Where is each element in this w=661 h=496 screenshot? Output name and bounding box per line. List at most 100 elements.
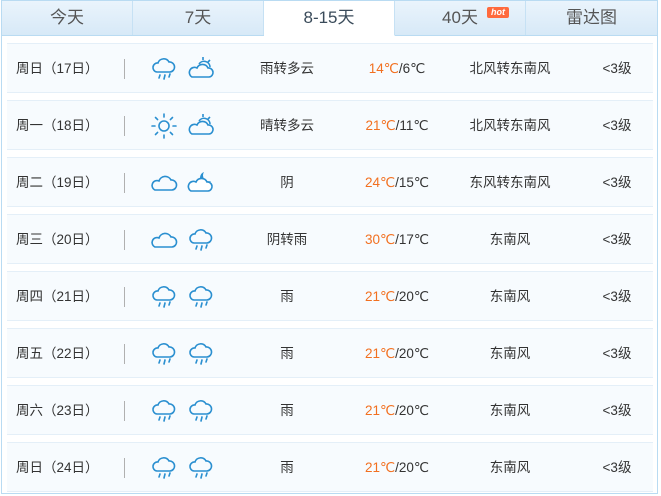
- partly-cloudy-icon: [187, 55, 215, 83]
- divider: [124, 344, 125, 364]
- forecast-row: 周二（19日） 阴 24℃/15℃ 东风转东南风 <3级: [7, 157, 653, 207]
- weather-description: 雨: [280, 289, 294, 304]
- forecast-row: 周日（24日） 雨 21℃/20℃ 东南风 <3级: [7, 442, 653, 492]
- rain-icon: [150, 454, 178, 482]
- tab-radar[interactable]: 雷达图: [526, 1, 657, 35]
- temp-high: 30℃: [364, 232, 396, 247]
- day-label: 周二（19日）: [16, 175, 99, 190]
- weather-description: 阴: [280, 175, 294, 190]
- forecast-row: 周日（17日） 雨转多云 14℃/6℃ 北风转东南风 <3级: [7, 43, 653, 93]
- wind-level: <3级: [602, 118, 632, 133]
- weather-widget: 今天 7天 8-15天 40天 hot 雷达图 周日（17日） 雨转多云 14℃/6℃…: [1, 0, 658, 494]
- wind-level: <3级: [602, 61, 632, 76]
- divider: [124, 287, 125, 307]
- temp-high: 21℃: [364, 289, 396, 304]
- rain-icon: [187, 340, 215, 368]
- temp-low: /20℃: [395, 289, 430, 304]
- temperature: 24℃/15℃: [347, 158, 447, 207]
- wind-direction: 东南风: [489, 460, 531, 475]
- weather-description: 雨: [280, 346, 294, 361]
- day-label: 周三（20日）: [16, 232, 99, 247]
- tab-label: 40天: [442, 8, 478, 27]
- temp-low: /15℃: [395, 175, 430, 190]
- wind-level: <3级: [602, 289, 632, 304]
- temp-high: 21℃: [364, 403, 396, 418]
- wind-direction: 北风转东南风: [469, 118, 551, 133]
- day-label: 周六（23日）: [16, 403, 99, 418]
- temp-high: 14℃: [368, 61, 399, 76]
- day-label: 周四（21日）: [16, 289, 99, 304]
- temp-high: 21℃: [365, 118, 396, 133]
- rain-icon: [150, 340, 178, 368]
- divider: [124, 458, 125, 478]
- tab-bar: 今天 7天 8-15天 40天 hot 雷达图: [2, 1, 657, 36]
- tab-label: 8-15天: [303, 8, 355, 27]
- overcast-icon: [150, 169, 178, 197]
- rain-icon: [187, 397, 215, 425]
- temperature: 21℃/11℃: [347, 101, 447, 150]
- rain-icon: [150, 397, 178, 425]
- temp-low: /20℃: [395, 403, 430, 418]
- rain-icon: [187, 226, 215, 254]
- temp-low: /17℃: [395, 232, 430, 247]
- temperature: 30℃/17℃: [347, 215, 447, 264]
- weather-description: 雨: [280, 460, 294, 475]
- wind-level: <3级: [602, 175, 632, 190]
- tab-label: 雷达图: [566, 8, 617, 27]
- wind-direction: 东南风: [489, 232, 531, 247]
- wind-direction: 东风转东南风: [469, 175, 551, 190]
- weather-description: 阴转雨: [266, 232, 308, 247]
- forecast-row: 周六（23日） 雨 21℃/20℃ 东南风 <3级: [7, 385, 653, 435]
- wind-direction: 东南风: [489, 289, 531, 304]
- hot-badge: hot: [487, 7, 509, 18]
- temp-high: 21℃: [364, 346, 396, 361]
- overcast-icon: [150, 226, 178, 254]
- sunny-icon: [150, 112, 178, 140]
- forecast-row: 周一（18日） 晴转多云 21℃/11℃ 北风转东南风 <3级: [7, 100, 653, 150]
- day-label: 周五（22日）: [16, 346, 99, 361]
- tab-40-days[interactable]: 40天 hot: [395, 1, 526, 35]
- temp-low: /20℃: [395, 346, 430, 361]
- day-label: 周一（18日）: [16, 118, 99, 133]
- wind-level: <3级: [602, 232, 632, 247]
- forecast-row: 周五（22日） 雨 21℃/20℃ 东南风 <3级: [7, 328, 653, 378]
- temp-high: 24℃: [364, 175, 396, 190]
- partly-cloudy-icon: [187, 112, 215, 140]
- day-label: 周日（24日）: [16, 460, 99, 475]
- tab-today[interactable]: 今天: [2, 1, 133, 35]
- wind-level: <3级: [602, 460, 632, 475]
- temp-high: 21℃: [364, 460, 396, 475]
- rain-icon: [150, 55, 178, 83]
- tab-label: 7天: [184, 8, 212, 27]
- temperature: 21℃/20℃: [347, 329, 447, 378]
- weather-description: 雨转多云: [260, 61, 314, 76]
- divider: [124, 59, 125, 79]
- forecast-row: 周三（20日） 阴转雨 30℃/17℃ 东南风 <3级: [7, 214, 653, 264]
- rain-icon: [187, 283, 215, 311]
- weather-description: 晴转多云: [260, 118, 314, 133]
- day-label: 周日（17日）: [16, 61, 99, 76]
- tab-7-days[interactable]: 7天: [133, 1, 264, 35]
- divider: [124, 173, 125, 193]
- temperature: 14℃/6℃: [347, 44, 447, 93]
- rain-icon: [187, 454, 215, 482]
- temperature: 21℃/20℃: [347, 272, 447, 321]
- divider: [124, 401, 125, 421]
- rain-icon: [150, 283, 178, 311]
- wind-level: <3级: [602, 403, 632, 418]
- temperature: 21℃/20℃: [347, 443, 447, 492]
- wind-direction: 北风转东南风: [469, 61, 551, 76]
- wind-level: <3级: [602, 346, 632, 361]
- divider: [124, 116, 125, 136]
- wind-direction: 东南风: [489, 346, 531, 361]
- cloudy-night-icon: [187, 169, 215, 197]
- tab-label: 今天: [50, 8, 84, 27]
- temp-low: /11℃: [395, 118, 429, 133]
- tab-8-15-days[interactable]: 8-15天: [264, 1, 395, 36]
- forecast-row: 周四（21日） 雨 21℃/20℃ 东南风 <3级: [7, 271, 653, 321]
- temp-low: /6℃: [398, 61, 426, 76]
- weather-description: 雨: [280, 403, 294, 418]
- temperature: 21℃/20℃: [347, 386, 447, 435]
- wind-direction: 东南风: [489, 403, 531, 418]
- temp-low: /20℃: [395, 460, 430, 475]
